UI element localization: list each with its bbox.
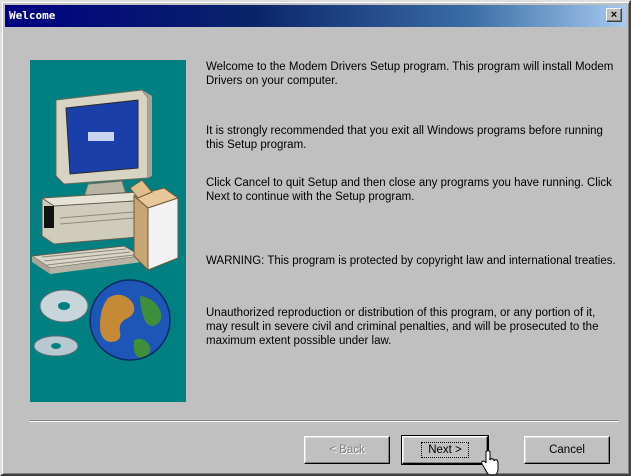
software-box-icon xyxy=(129,179,180,272)
close-icon: × xyxy=(610,9,618,21)
side-illustration-panel xyxy=(30,60,186,402)
keyboard-icon xyxy=(30,245,144,274)
cancel-button[interactable]: Cancel xyxy=(524,436,610,464)
button-separator xyxy=(30,420,618,422)
recommendation-paragraph: It is strongly recommended that you exit… xyxy=(206,125,603,151)
legal-paragraph: Unauthorized reproduction or distributio… xyxy=(206,307,599,347)
monitor-icon xyxy=(55,89,152,198)
next-button-label: Next > xyxy=(421,442,469,458)
window-title: Welcome xyxy=(9,9,56,22)
instructions-paragraph: Click Cancel to quit Setup and then clos… xyxy=(206,177,612,203)
cd-discs-icon xyxy=(33,289,89,357)
back-button[interactable]: < Back xyxy=(304,436,390,464)
title-bar[interactable]: Welcome × xyxy=(5,5,626,27)
warning-paragraph: WARNING: This program is protected by co… xyxy=(206,255,616,267)
computer-globe-illustration xyxy=(30,89,180,361)
globe-icon xyxy=(89,279,171,361)
close-button[interactable]: × xyxy=(606,8,622,22)
setup-dialog: Welcome × Welcome to the Modem Drivers S… xyxy=(0,0,631,476)
hand-pointer-icon xyxy=(481,450,499,474)
intro-paragraph: Welcome to the Modem Drivers Setup progr… xyxy=(206,61,614,87)
next-button[interactable]: Next > xyxy=(401,435,489,465)
